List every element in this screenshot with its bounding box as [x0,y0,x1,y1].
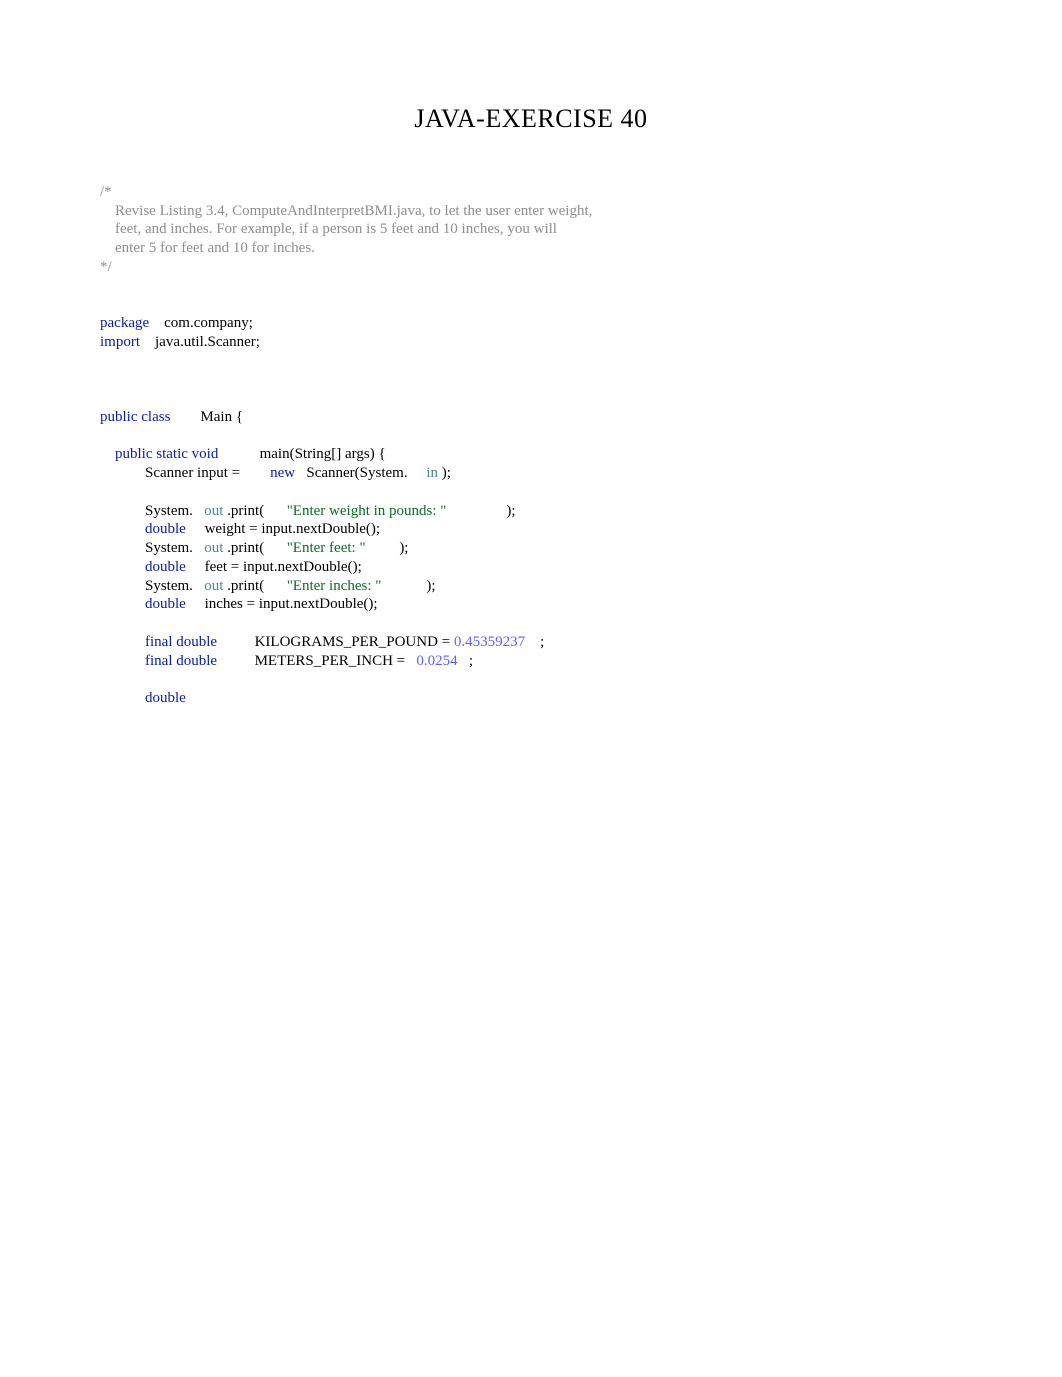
print: .print( [223,540,264,556]
number-literal: 0.45359237 [454,634,525,650]
page-title: JAVA-EXERCISE 40 [100,104,962,134]
page: JAVA-EXERCISE 40 /* Revise Listing 3.4, … [0,0,1062,1377]
out-ref: out [193,540,223,556]
const-name: KILOGRAMS_PER_POUND = [217,634,454,650]
stmt: inches = input.nextDouble(); [186,596,378,612]
system-in: in [408,465,438,481]
import-name: java.util.Scanner; [140,334,260,350]
out-ref: out [193,578,223,594]
comment-line: feet, and inches. For example, if a pers… [100,221,557,237]
const-name: METERS_PER_INCH = [217,653,409,669]
kw-new: new [244,465,295,481]
code-block: /* Revise Listing 3.4, ComputeAndInterpr… [100,164,962,727]
string-literal: "Enter inches: " [264,578,381,594]
stmt-end: ; [525,634,544,650]
kw-public-class: public class [100,409,170,425]
kw-final-double: final double [145,634,217,650]
comment-close: */ [100,259,112,275]
kw-double: double [145,690,186,706]
kw-import: import [100,334,140,350]
kw-double: double [145,596,186,612]
kw-double: double [145,559,186,575]
pkg-name: com.company; [149,315,253,331]
number-literal: 0.0254 [409,653,458,669]
stmt-end: ); [381,578,435,594]
scanner-pre: Scanner input = [145,465,244,481]
method-sig: main(String[] args) { [218,446,385,462]
print: .print( [223,503,264,519]
stmt: weight = input.nextDouble(); [186,521,380,537]
stmt-end: ); [446,503,515,519]
comment-line: enter 5 for feet and 10 for inches. [100,240,315,256]
kw-package: package [100,315,149,331]
sys: System. [145,578,193,594]
sys: System. [145,503,193,519]
stmt-end: ; [458,653,473,669]
string-literal: "Enter weight in pounds: " [264,503,446,519]
out-ref: out [193,503,223,519]
kw-public-static-void: public static void [115,446,218,462]
kw-final-double: final double [145,653,217,669]
stmt-end: ); [366,540,409,556]
print: .print( [223,578,264,594]
sys: System. [145,540,193,556]
comment-line: Revise Listing 3.4, ComputeAndInterpretB… [100,203,592,219]
scanner-end: ); [438,465,451,481]
class-name: Main { [170,409,243,425]
stmt: feet = input.nextDouble(); [186,559,362,575]
kw-double: double [145,521,186,537]
scanner-rest: Scanner(System. [295,465,407,481]
string-literal: "Enter feet: " [264,540,365,556]
comment-open: /* [100,184,112,200]
